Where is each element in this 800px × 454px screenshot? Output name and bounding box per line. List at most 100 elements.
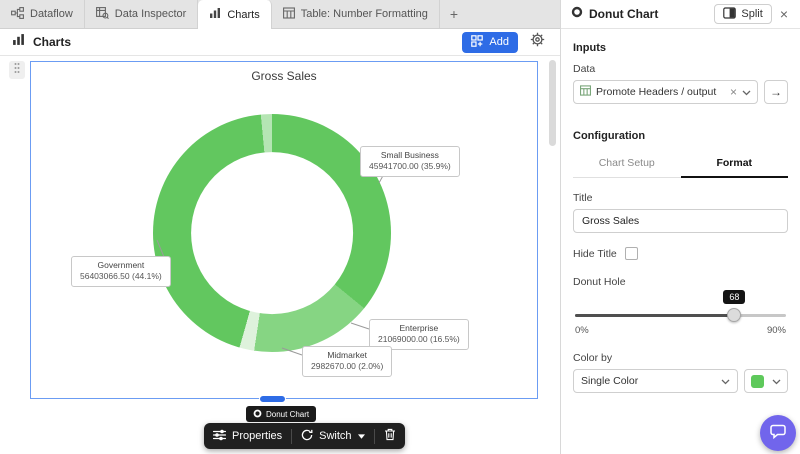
tab-dataflow[interactable]: Dataflow bbox=[0, 0, 85, 28]
color-swatch-select[interactable] bbox=[744, 369, 788, 393]
open-output-button[interactable]: → bbox=[764, 80, 788, 104]
properties-button[interactable]: Properties bbox=[212, 429, 283, 444]
caret-down-icon bbox=[357, 430, 365, 442]
toolbar-divider bbox=[373, 428, 375, 444]
switch-button[interactable]: Switch bbox=[301, 429, 365, 444]
resize-handle[interactable] bbox=[259, 395, 286, 403]
chevron-down-icon bbox=[772, 372, 781, 390]
toolbar-divider bbox=[291, 428, 293, 444]
color-by-row: Single Color bbox=[573, 369, 788, 393]
drag-handle[interactable] bbox=[9, 61, 25, 79]
trash-icon bbox=[384, 428, 396, 444]
donut-ring[interactable] bbox=[153, 114, 391, 352]
color-by-value: Single Color bbox=[581, 375, 639, 387]
callout-value: 45941700.00 (35.9%) bbox=[369, 161, 451, 172]
slider-fill bbox=[575, 314, 735, 317]
donut-hole-slider[interactable]: 68 bbox=[575, 290, 786, 322]
data-inspector-icon bbox=[95, 6, 109, 22]
callout-label: Small Business bbox=[380, 150, 439, 160]
tab-table-number-formatting[interactable]: Table: Number Formatting bbox=[272, 0, 440, 28]
callout-label: Enterprise bbox=[399, 323, 439, 333]
gear-icon bbox=[530, 32, 545, 52]
slider-value-bubble: 68 bbox=[723, 290, 746, 304]
callout-label: Midmarket bbox=[327, 350, 367, 360]
page-title: Charts bbox=[33, 35, 72, 49]
table-icon bbox=[580, 83, 592, 101]
slider-range-labels: 0% 90% bbox=[575, 325, 786, 336]
selection-badge: Donut Chart bbox=[246, 406, 317, 422]
hide-title-row: Hide Title bbox=[573, 247, 788, 260]
selection-badge-label: Donut Chart bbox=[266, 409, 310, 419]
app-window: Dataflow Data Inspector Charts Table: Nu… bbox=[0, 0, 800, 454]
tab-charts[interactable]: Charts bbox=[198, 0, 272, 29]
chart-title-input[interactable] bbox=[573, 209, 788, 233]
clear-selection-button[interactable]: × bbox=[730, 86, 737, 98]
callout-small-business: Small Business 45941700.00 (35.9%) bbox=[360, 146, 460, 177]
add-chart-button[interactable]: Add bbox=[462, 31, 518, 53]
plus-icon: + bbox=[449, 6, 459, 22]
color-by-select[interactable]: Single Color bbox=[573, 369, 738, 393]
bar-chart-icon bbox=[12, 33, 25, 51]
donut-chart-object[interactable]: Gross Sales Small Business 45941700.00 (… bbox=[30, 61, 538, 403]
properties-label: Properties bbox=[232, 430, 283, 442]
hide-title-checkbox[interactable] bbox=[624, 247, 638, 260]
arrow-right-icon: → bbox=[770, 85, 782, 99]
data-source-select[interactable]: Promote Headers / output × bbox=[573, 80, 758, 104]
slider-min-label: 0% bbox=[575, 325, 589, 336]
chevron-down-icon bbox=[742, 83, 751, 101]
data-field-label: Data bbox=[573, 63, 596, 75]
split-button[interactable]: Split bbox=[714, 4, 772, 24]
refresh-icon bbox=[301, 429, 313, 444]
panel-title: Donut Chart bbox=[589, 7, 659, 21]
chevron-down-icon bbox=[721, 372, 730, 390]
color-by-label: Color by bbox=[573, 352, 613, 364]
panel-body: Inputs Data Promote Headers / output × →… bbox=[561, 29, 800, 406]
inputs-heading: Inputs bbox=[573, 42, 606, 54]
title-field-label: Title bbox=[573, 192, 593, 204]
chat-fab-button[interactable] bbox=[760, 415, 796, 451]
tab-chart-setup[interactable]: Chart Setup bbox=[573, 151, 681, 177]
data-input-row: Promote Headers / output × → bbox=[573, 80, 788, 104]
tab-data-inspector[interactable]: Data Inspector bbox=[85, 0, 199, 28]
clear-icon: × bbox=[729, 85, 737, 99]
settings-button[interactable] bbox=[526, 31, 548, 53]
tab-label: Dataflow bbox=[30, 8, 73, 20]
properties-panel: Donut Chart Split × Inputs Data Promote … bbox=[560, 0, 800, 454]
grid-plus-icon bbox=[471, 34, 484, 50]
donut-hole-label: Donut Hole bbox=[573, 276, 626, 288]
slider-handle[interactable] bbox=[727, 308, 742, 322]
vertical-scrollbar[interactable] bbox=[549, 60, 556, 450]
tab-bar: Dataflow Data Inspector Charts Table: Nu… bbox=[0, 0, 560, 29]
callout-label: Government bbox=[97, 260, 145, 270]
tab-label: Charts bbox=[227, 8, 260, 21]
scrollbar-thumb[interactable] bbox=[549, 60, 556, 146]
callout-government: Government 56403066.50 (44.1%) bbox=[71, 256, 171, 287]
new-tab-button[interactable]: + bbox=[440, 0, 468, 28]
data-source-value: Promote Headers / output bbox=[596, 86, 717, 98]
sliders-icon bbox=[212, 429, 227, 444]
drag-dots-icon bbox=[13, 61, 21, 79]
delete-button[interactable] bbox=[384, 428, 396, 444]
donut-icon bbox=[571, 5, 583, 23]
chart-canvas[interactable]: Gross Sales Small Business 45941700.00 (… bbox=[0, 56, 560, 454]
chat-bubble-icon bbox=[769, 422, 787, 445]
close-panel-button[interactable]: × bbox=[778, 7, 790, 21]
tab-label: Data Inspector bbox=[114, 8, 187, 20]
floating-toolbar: Properties Switch bbox=[204, 423, 405, 449]
callout-value: 56403066.50 (44.1%) bbox=[80, 271, 162, 282]
configuration-heading: Configuration bbox=[573, 130, 646, 142]
tab-label: Table: Number Formatting bbox=[300, 8, 428, 20]
add-button-label: Add bbox=[489, 36, 509, 48]
table-icon bbox=[282, 6, 295, 22]
chart-title: Gross Sales bbox=[251, 69, 317, 83]
callout-midmarket: Midmarket 2982670.00 (2.0%) bbox=[302, 346, 393, 377]
dataflow-icon bbox=[11, 6, 24, 22]
hide-title-label: Hide Title bbox=[573, 247, 617, 260]
close-icon: × bbox=[779, 6, 788, 22]
tab-format[interactable]: Format bbox=[680, 151, 788, 178]
color-swatch bbox=[751, 374, 764, 388]
switch-label: Switch bbox=[319, 430, 352, 442]
split-label: Split bbox=[741, 8, 763, 20]
donut-hole bbox=[191, 152, 353, 314]
callout-value: 2982670.00 (2.0%) bbox=[311, 361, 384, 372]
